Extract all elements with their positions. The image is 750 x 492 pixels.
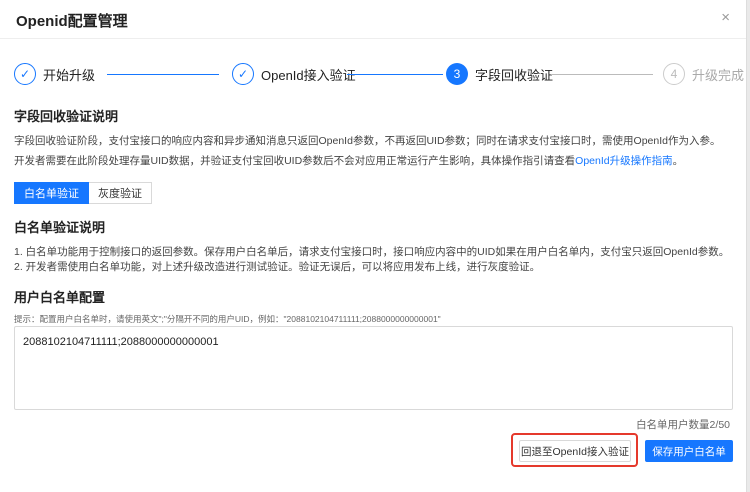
upgrade-guide-link[interactable]: OpenId升级操作指南 <box>575 155 672 167</box>
desc-text: 。 <box>672 155 684 167</box>
step-number: 4 <box>663 63 685 85</box>
recycle-desc-2: 开发者需要在此阶段处理存量UID数据，并验证支付宝回收UID参数后不会对应用正常… <box>14 153 683 168</box>
whitelist-item-1: 1. 白名单功能用于控制接口的返回参数。保存用户白名单后，请求支付宝接口时，接口… <box>14 246 730 258</box>
whitelist-count: 白名单用户数量2/50 <box>636 419 730 431</box>
step-finish: 4 升级完成 <box>663 62 744 86</box>
tab-whitelist[interactable]: 白名单验证 <box>14 182 89 204</box>
step-start: ✓ 开始升级 <box>14 62 95 86</box>
config-hint: 提示：配置用户白名单时，请使用英文";"分隔开不同的用户UID，例如："2088… <box>14 314 441 324</box>
whitelist-heading: 白名单验证说明 <box>14 220 106 235</box>
step-label: 开始升级 <box>43 67 96 83</box>
step-label: OpenId接入验证 <box>261 67 356 83</box>
step-connector <box>107 74 219 75</box>
step-number: 3 <box>446 63 468 85</box>
config-heading: 用户白名单配置 <box>14 290 106 305</box>
recycle-desc-1: 字段回收验证阶段，支付宝接口的响应内容和异步通知消息只返回OpenId参数，不再… <box>14 135 721 147</box>
check-icon: ✓ <box>232 63 254 85</box>
progress-steps: ✓ 开始升级 ✓ OpenId接入验证 3 字段回收验证 4 升级完成 <box>14 62 744 88</box>
step-connector <box>347 74 443 75</box>
uid-whitelist-textarea[interactable]: 2088102104711111;2088000000000001 <box>14 326 733 410</box>
dialog-title: Openid配置管理 <box>16 13 128 30</box>
whitelist-item-2: 2. 开发者需使用白名单功能，对上述升级改造进行测试验证。验证无误后，可以将应用… <box>14 261 541 273</box>
desc-text: 开发者需要在此阶段处理存量UID数据，并验证支付宝回收UID参数后不会对应用正常… <box>14 155 576 167</box>
verify-tabs: 白名单验证 灰度验证 <box>14 182 152 204</box>
back-to-openid-button[interactable]: 回退至OpenId接入验证 <box>519 440 631 462</box>
step-label: 升级完成 <box>692 67 745 83</box>
check-icon: ✓ <box>14 63 36 85</box>
step-field-recycle: 3 字段回收验证 <box>446 62 553 86</box>
close-icon[interactable]: × <box>721 9 730 26</box>
config-dialog: Openid配置管理 × ✓ 开始升级 ✓ OpenId接入验证 3 字段回收验… <box>0 0 747 492</box>
tab-gray[interactable]: 灰度验证 <box>89 182 152 204</box>
dialog-header: Openid配置管理 × <box>0 0 746 39</box>
save-whitelist-button[interactable]: 保存用户白名单 <box>645 440 733 462</box>
step-connector <box>551 74 653 75</box>
recycle-heading: 字段回收验证说明 <box>14 109 119 124</box>
step-label: 字段回收验证 <box>475 67 554 83</box>
step-openid: ✓ OpenId接入验证 <box>232 62 356 86</box>
